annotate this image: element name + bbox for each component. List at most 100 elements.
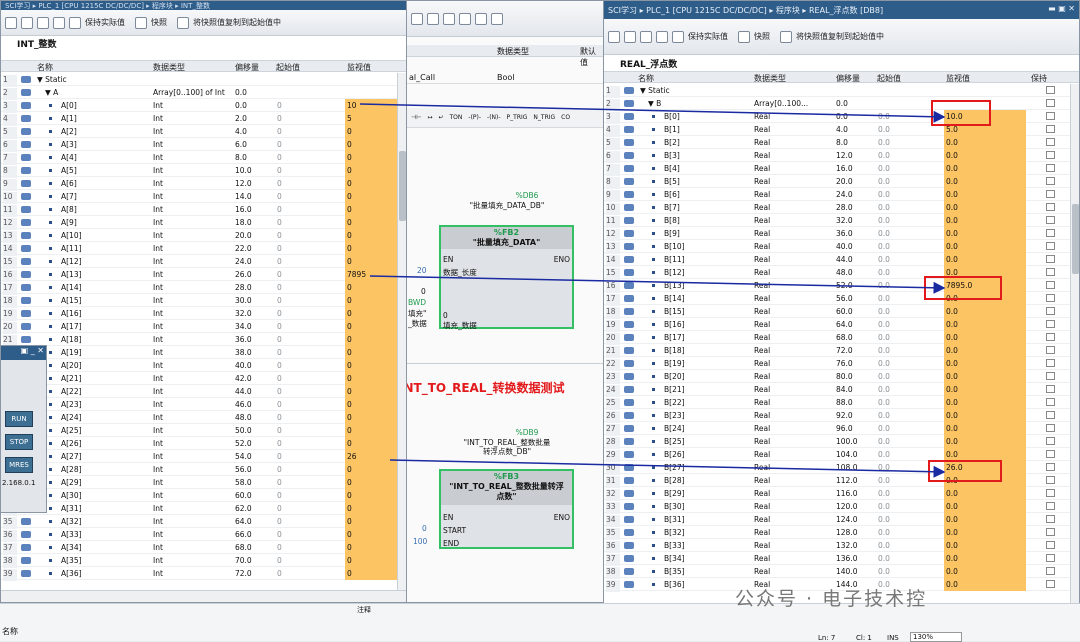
window-controls[interactable]: ▬ ▣ ✕ [1048, 4, 1075, 13]
table-row[interactable]: 10 B[7] Real 28.0 0.0 0.0 [604, 201, 1070, 215]
insert-row-icon[interactable] [21, 16, 33, 29]
retain-checkbox[interactable] [1046, 515, 1055, 523]
add-row-icon[interactable] [5, 16, 17, 29]
retain-checkbox[interactable] [1046, 398, 1055, 406]
retain-checkbox[interactable] [1046, 242, 1055, 250]
retain-checkbox[interactable] [1046, 463, 1055, 471]
tool-icon-3[interactable] [443, 12, 455, 25]
table-row[interactable]: 5 A[2] Int 4.0 0 0 [1, 125, 397, 139]
table-row[interactable]: 13 B[10] Real 40.0 0.0 0.0 [604, 240, 1070, 254]
copy-snapshot-button[interactable]: 将快照值复制到起始值中 [796, 31, 884, 42]
table-row[interactable]: 26 B[23] Real 92.0 0.0 0.0 [604, 409, 1070, 423]
stop-button[interactable]: STOP [5, 434, 33, 450]
retain-checkbox[interactable] [1046, 125, 1055, 133]
retain-checkbox[interactable] [1046, 294, 1055, 302]
expand-icon[interactable] [37, 16, 49, 29]
instr-ton[interactable]: TON [450, 114, 463, 121]
table-row[interactable]: 2 ▼ B Array[0..100... 0.0 [604, 97, 1070, 111]
table-row[interactable]: 7 A[4] Int 8.0 0 0 [1, 151, 397, 165]
table-row[interactable]: 34A[31]Int62.000 [1, 502, 397, 516]
fill-data-block[interactable]: %FB2 "批量填充_DATA" EN ENO 数据_长度 0 填充_数据 [439, 225, 574, 330]
table-row[interactable]: 22 B[19] Real 76.0 0.0 0.0 [604, 357, 1070, 371]
tool-icon-4[interactable] [459, 12, 471, 25]
keep-actual-button[interactable]: 保持实际值 [688, 31, 728, 42]
keep-actual-button[interactable]: 保持实际值 [85, 17, 125, 28]
table-row[interactable]: 10 A[7] Int 14.0 0 0 [1, 190, 397, 204]
retain-checkbox[interactable] [1046, 138, 1055, 146]
table-row[interactable]: 17 A[14] Int 28.0 0 0 [1, 281, 397, 295]
retain-checkbox[interactable] [1046, 489, 1055, 497]
table-row[interactable]: 29A[26]Int52.000 [1, 437, 397, 451]
table-row[interactable]: 21 A[18] Int 36.0 0 0 [1, 333, 397, 347]
retain-checkbox[interactable] [1046, 112, 1055, 120]
table-row[interactable]: 20 B[17] Real 68.0 0.0 0.0 [604, 331, 1070, 345]
snapshot-button[interactable]: 快照 [754, 31, 770, 42]
int-db-vscroll[interactable] [397, 73, 406, 590]
instr-ptrig[interactable]: P_TRIG [507, 114, 528, 121]
table-row[interactable]: 32 B[29] Real 116.0 0.0 0.0 [604, 487, 1070, 501]
col-type[interactable]: 数据类型 [153, 62, 185, 73]
table-row[interactable]: 27A[24]Int48.000 [1, 411, 397, 425]
table-row[interactable]: 3 A[0] Int 0.0 0 10 [1, 99, 397, 113]
snapshot-icon[interactable] [135, 16, 147, 29]
snapshot-icon[interactable] [738, 30, 750, 43]
add-row-icon[interactable] [608, 30, 620, 43]
table-row[interactable]: 22A[19]Int38.000 [1, 346, 397, 360]
retain-checkbox[interactable] [1046, 437, 1055, 445]
retain-checkbox[interactable] [1046, 411, 1055, 419]
table-row[interactable]: 9 B[6] Real 24.0 0.0 0.0 [604, 188, 1070, 202]
col-start[interactable]: 起始值 [877, 73, 901, 84]
table-row[interactable]: 31A[28]Int56.000 [1, 463, 397, 477]
retain-checkbox[interactable] [1046, 359, 1055, 367]
table-row[interactable]: 11 B[8] Real 32.0 0.0 0.0 [604, 214, 1070, 228]
retain-checkbox[interactable] [1046, 528, 1055, 536]
retain-checkbox[interactable] [1046, 476, 1055, 484]
col-retain[interactable]: 保持 [1031, 73, 1047, 84]
tool-icon-5[interactable] [475, 12, 487, 25]
col-type[interactable]: 数据类型 [754, 73, 786, 84]
table-row[interactable]: 35 B[32] Real 128.0 0.0 0.0 [604, 526, 1070, 540]
table-row[interactable]: 9 A[6] Int 12.0 0 0 [1, 177, 397, 191]
instr-n[interactable]: -(N)- [487, 114, 501, 121]
monitor-all-icon[interactable] [672, 30, 684, 43]
retain-checkbox[interactable] [1046, 203, 1055, 211]
table-row[interactable]: 8 A[5] Int 10.0 0 0 [1, 164, 397, 178]
retain-checkbox[interactable] [1046, 216, 1055, 224]
int-to-real-block[interactable]: %FB3 "INT_TO_REAL_整数批量转浮点数" EN ENO START… [439, 469, 574, 549]
retain-checkbox[interactable] [1046, 164, 1055, 172]
table-row[interactable]: 7 B[4] Real 16.0 0.0 0.0 [604, 162, 1070, 176]
table-row[interactable]: 23 B[20] Real 80.0 0.0 0.0 [604, 370, 1070, 384]
retain-checkbox[interactable] [1046, 450, 1055, 458]
table-row[interactable]: 15 A[12] Int 24.0 0 0 [1, 255, 397, 269]
table-row[interactable]: 6 B[3] Real 12.0 0.0 0.0 [604, 149, 1070, 163]
retain-checkbox[interactable] [1046, 268, 1055, 276]
instr-p[interactable]: -(P)- [468, 114, 481, 121]
insert-row-icon[interactable] [624, 30, 636, 43]
table-row[interactable]: 34 B[31] Real 124.0 0.0 0.0 [604, 513, 1070, 527]
table-row[interactable]: 4 B[1] Real 4.0 0.0 5.0 [604, 123, 1070, 137]
retain-checkbox[interactable] [1046, 190, 1055, 198]
col-monitor[interactable]: 监视值 [946, 73, 970, 84]
retain-checkbox[interactable] [1046, 255, 1055, 263]
table-row[interactable]: 33 B[30] Real 120.0 0.0 0.0 [604, 500, 1070, 514]
retain-checkbox[interactable] [1046, 229, 1055, 237]
table-row[interactable]: 36 B[33] Real 132.0 0.0 0.0 [604, 539, 1070, 553]
retain-checkbox[interactable] [1046, 567, 1055, 575]
col-start[interactable]: 起始值 [276, 62, 300, 73]
table-row[interactable]: 24A[21]Int42.000 [1, 372, 397, 386]
table-row[interactable]: 2 ▼ A Array[0..100] of Int 0.0 [1, 86, 397, 100]
col-name[interactable]: 名称 [37, 62, 53, 73]
col-monitor[interactable]: 监视值 [347, 62, 371, 73]
retain-checkbox[interactable] [1046, 554, 1055, 562]
run-button[interactable]: RUN [5, 411, 33, 427]
retain-checkbox[interactable] [1046, 372, 1055, 380]
table-row[interactable]: 14 B[11] Real 44.0 0.0 0.0 [604, 253, 1070, 267]
table-row[interactable]: 20 A[17] Int 34.0 0 0 [1, 320, 397, 334]
table-row[interactable]: 14 A[11] Int 22.0 0 0 [1, 242, 397, 256]
retain-checkbox[interactable] [1046, 541, 1055, 549]
table-row[interactable]: 19 A[16] Int 32.0 0 0 [1, 307, 397, 321]
branch-open-icon[interactable]: ↦ [427, 114, 432, 121]
snapshot-button[interactable]: 快照 [151, 17, 167, 28]
table-row[interactable]: 6 A[3] Int 6.0 0 0 [1, 138, 397, 152]
table-row[interactable]: 13 A[10] Int 20.0 0 0 [1, 229, 397, 243]
